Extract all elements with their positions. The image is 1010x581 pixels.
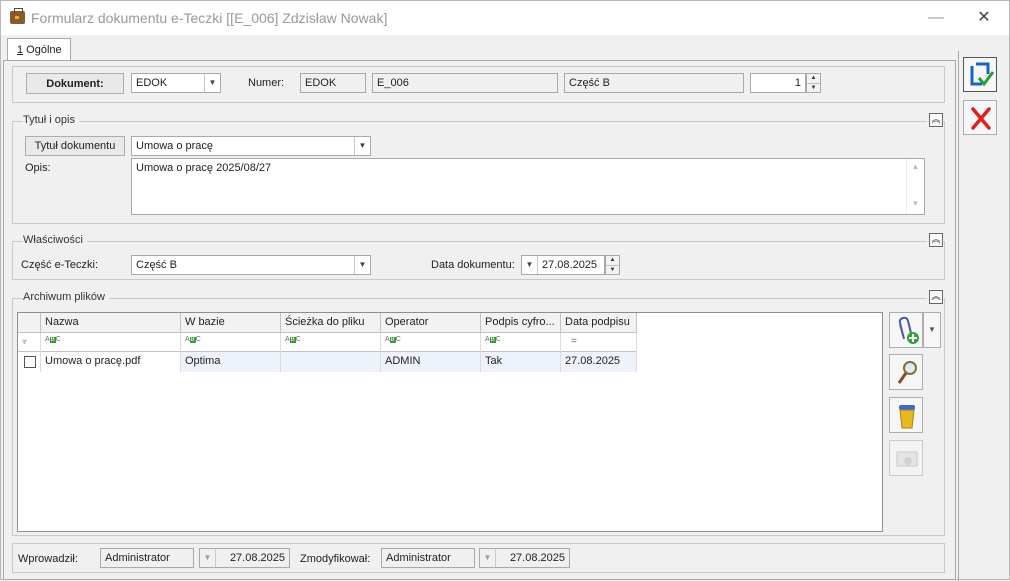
numer-count-input[interactable]: 1 — [750, 73, 806, 93]
wprowadzil-user-field: Administrator — [100, 548, 194, 568]
text-filter-icon: ABC — [385, 336, 401, 343]
grid-filter-row: ⩔ ABC ABC ABC ABC ABC = — [18, 333, 637, 352]
zmodyfikowal-label: Zmodyfikował: — [300, 553, 371, 565]
tytul-dokumentu-button[interactable]: Tytuł dokumentu — [25, 136, 125, 156]
magnifier-icon — [897, 361, 917, 384]
cancel-button[interactable] — [963, 100, 997, 135]
sign-file-button[interactable] — [889, 440, 923, 476]
minimize-button[interactable]: — — [921, 5, 951, 31]
filter-data-podpisu[interactable]: = — [561, 333, 637, 352]
column-header-operator[interactable]: Operator — [381, 313, 481, 333]
preview-file-button[interactable] — [889, 354, 923, 390]
czesc-dropdown-arrow[interactable]: ▼ — [354, 256, 370, 274]
opis-value: Umowa o pracę 2025/08/27 — [136, 162, 272, 174]
delete-file-button[interactable] — [889, 397, 923, 433]
numer-part-field: Część B — [564, 73, 744, 93]
czesc-value: Część B — [136, 259, 177, 271]
tytul-dropdown-arrow[interactable]: ▼ — [354, 137, 370, 155]
paperclip-add-icon — [898, 316, 919, 344]
czesc-select[interactable]: Część B — [131, 255, 371, 275]
dokument-value: EDOK — [136, 77, 168, 89]
numer-count-spinner[interactable]: ▲ ▼ — [806, 73, 821, 93]
attach-file-button[interactable] — [889, 312, 923, 348]
cell-nazwa[interactable]: Umowa o pracę.pdf — [41, 352, 181, 372]
red-x-icon — [971, 107, 991, 130]
spin-down-icon[interactable]: ▼ — [606, 265, 619, 274]
data-dokumentu-label: Data dokumentu: — [431, 259, 515, 271]
dokument-button[interactable]: Dokument: — [26, 73, 124, 94]
dokument-dropdown-arrow[interactable]: ▼ — [204, 74, 220, 92]
zmodyfikowal-date-arrow: ▼ — [480, 549, 496, 567]
text-filter-icon: ABC — [485, 336, 501, 343]
filter-podpis[interactable]: ABC — [481, 333, 561, 352]
grid-corner — [18, 313, 41, 333]
tytul-select[interactable]: Umowa o pracę — [131, 136, 371, 156]
column-header-w-bazie[interactable]: W bazie — [181, 313, 281, 333]
properties-group-title: Właściwości — [23, 234, 87, 246]
filter-funnel-icon[interactable]: ⩔ — [18, 333, 41, 352]
column-header-podpis[interactable]: Podpis cyfro... — [481, 313, 561, 333]
column-header-nazwa[interactable]: Nazwa — [41, 313, 181, 333]
right-toolbar-divider — [958, 51, 959, 581]
cell-operator[interactable]: ADMIN — [381, 352, 481, 372]
filter-sciezka[interactable]: ABC — [281, 333, 381, 352]
filter-w-bazie[interactable]: ABC — [181, 333, 281, 352]
tab-label: Ogólne — [23, 44, 62, 56]
tytul-value: Umowa o pracę — [136, 140, 214, 152]
briefcase-icon — [10, 8, 25, 24]
attach-dropdown-arrow[interactable]: ▼ — [923, 312, 941, 348]
spin-up-icon[interactable]: ▲ — [807, 74, 820, 83]
row-checkbox-cell — [18, 352, 41, 372]
filter-operator[interactable]: ABC — [381, 333, 481, 352]
numer-symbol-field: E_006 — [372, 73, 558, 93]
save-button[interactable] — [963, 57, 997, 92]
spin-down-icon[interactable]: ▼ — [807, 83, 820, 92]
collapse-archive-icon[interactable]: ︽ — [929, 290, 943, 304]
column-header-sciezka[interactable]: Ścieżka do pliku — [281, 313, 381, 333]
row-checkbox[interactable] — [24, 356, 36, 368]
text-filter-icon: ABC — [45, 336, 61, 343]
filter-nazwa[interactable]: ABC — [41, 333, 181, 352]
numer-prefix-field: EDOK — [300, 73, 366, 93]
wprowadzil-date-arrow: ▼ — [200, 549, 216, 567]
collapse-properties-icon[interactable]: ︽ — [929, 233, 943, 247]
window-title: Formularz dokumentu e-Teczki [[E_006] Zd… — [31, 10, 388, 26]
cell-podpis[interactable]: Tak — [481, 352, 561, 372]
cell-sciezka[interactable] — [281, 352, 381, 372]
opis-scrollbar[interactable]: ▲ ▼ — [906, 159, 924, 214]
zmodyfikowal-user-field: Administrator — [381, 548, 475, 568]
trash-bin-icon — [899, 405, 915, 429]
column-header-data-podpisu[interactable]: Data podpisu — [561, 313, 637, 333]
opis-textarea[interactable]: Umowa o pracę 2025/08/27 — [131, 158, 925, 215]
czesc-label: Część e-Teczki: — [21, 259, 99, 271]
archive-group-title: Archiwum plików — [23, 291, 109, 303]
cell-data-podpisu[interactable]: 27.08.2025 — [561, 352, 637, 372]
opis-label: Opis: — [25, 162, 51, 174]
numer-label: Numer: — [248, 77, 285, 89]
document-form-window: Formularz dokumentu e-Teczki [[E_006] Zd… — [0, 0, 1010, 581]
spin-up-icon[interactable]: ▲ — [606, 256, 619, 265]
data-dokumentu-dropdown-arrow[interactable]: ▼ — [522, 256, 538, 274]
text-filter-icon: ABC — [285, 336, 301, 343]
data-dokumentu-spinner[interactable]: ▲ ▼ — [605, 255, 620, 275]
table-row[interactable]: Umowa o pracę.pdf Optima ADMIN Tak 27.08… — [18, 352, 637, 372]
cell-w-bazie[interactable]: Optima — [181, 352, 281, 372]
save-check-icon — [970, 62, 995, 87]
tytul-group-title: Tytuł i opis — [23, 114, 79, 126]
signature-envelope-icon — [896, 451, 918, 467]
wprowadzil-label: Wprowadził: — [18, 553, 78, 565]
title-bar: Formularz dokumentu e-Teczki [[E_006] Zd… — [1, 1, 1009, 35]
tab-ogolne[interactable]: 1 Ogólne — [7, 38, 71, 61]
close-button[interactable]: ✕ — [969, 5, 999, 31]
grid-header: Nazwa W bazie Ścieżka do pliku Operator … — [18, 313, 637, 333]
collapse-tytul-icon[interactable]: ︽ — [929, 113, 943, 127]
files-grid[interactable]: Nazwa W bazie Ścieżka do pliku Operator … — [17, 312, 883, 532]
text-filter-icon: ABC — [185, 336, 201, 343]
